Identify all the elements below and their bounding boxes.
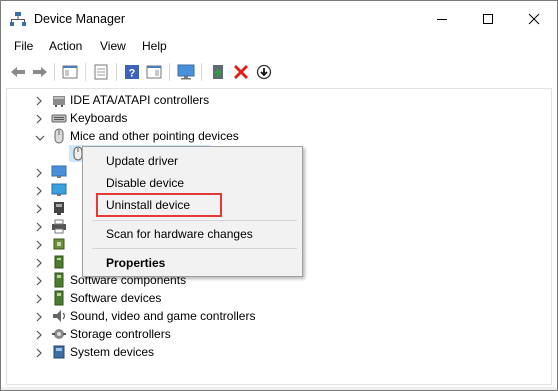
close-button[interactable]	[511, 1, 557, 35]
software-devices-icon	[51, 290, 67, 306]
menu-separator	[92, 220, 297, 221]
chevron-right-icon[interactable]	[35, 239, 43, 253]
menu-separator	[92, 248, 297, 249]
security-device-icon	[51, 254, 67, 270]
toolbar-separator	[116, 63, 117, 81]
context-menu: Update driver Disable device Uninstall d…	[82, 146, 303, 277]
chevron-right-icon[interactable]	[35, 95, 43, 109]
back-arrow-icon[interactable]	[8, 62, 28, 82]
toolbar: ?	[1, 58, 557, 86]
chevron-right-icon[interactable]	[35, 167, 43, 181]
menu-help[interactable]: Help	[142, 39, 167, 53]
maximize-icon	[483, 14, 493, 24]
chevron-right-icon[interactable]	[35, 221, 43, 235]
chevron-right-icon[interactable]	[35, 293, 43, 307]
close-icon	[528, 13, 540, 25]
chevron-right-icon[interactable]	[35, 311, 43, 325]
system-devices-icon	[51, 344, 67, 360]
row-label: Keyboards	[70, 111, 128, 125]
row-label: IDE ATA/ATAPI controllers	[70, 93, 210, 107]
menu-file[interactable]: File	[14, 39, 33, 53]
chevron-right-icon[interactable]	[35, 185, 43, 199]
help-icon[interactable]: ?	[122, 62, 142, 82]
software-components-icon	[51, 272, 67, 288]
network-adapter-icon	[51, 200, 67, 216]
tree-row-software-devices[interactable]: Software devices	[7, 289, 551, 307]
tree-row-sound[interactable]: Sound, video and game controllers	[7, 307, 551, 325]
menu-item-scan-hardware[interactable]: Scan for hardware changes	[106, 227, 253, 241]
ide-controller-icon	[51, 92, 67, 108]
forward-arrow-icon[interactable]	[30, 62, 50, 82]
chevron-right-icon[interactable]	[35, 329, 43, 343]
row-label: Storage controllers	[70, 327, 171, 341]
chevron-right-icon[interactable]	[35, 275, 43, 289]
keyboard-icon	[51, 110, 67, 126]
tree-row-mice[interactable]: Mice and other pointing devices	[7, 127, 551, 145]
sound-icon	[51, 308, 67, 324]
monitor-icon	[51, 164, 67, 180]
tree-row-ide[interactable]: IDE ATA/ATAPI controllers	[7, 91, 551, 109]
disable-device-icon[interactable]	[254, 62, 274, 82]
row-label: Software devices	[70, 291, 162, 305]
title-bar: Device Manager	[1, 1, 557, 35]
chevron-right-icon[interactable]	[35, 257, 43, 271]
window-title: Device Manager	[34, 12, 126, 26]
status-bar	[1, 387, 557, 390]
maximize-button[interactable]	[465, 1, 511, 35]
menu-item-uninstall-device[interactable]: Uninstall device	[106, 198, 190, 212]
scan-monitor-icon[interactable]	[176, 62, 196, 82]
row-label: Sound, video and game controllers	[70, 309, 256, 323]
toolbar-separator	[85, 63, 86, 81]
toolbar-separator	[54, 63, 55, 81]
mouse-icon	[51, 128, 67, 144]
menu-item-properties[interactable]: Properties	[106, 256, 165, 270]
device-manager-window: Device Manager File Action View Help ? I…	[0, 0, 558, 391]
menu-action[interactable]: Action	[49, 39, 82, 53]
monitors-icon	[51, 182, 67, 198]
menu-item-disable-device[interactable]: Disable device	[106, 176, 184, 190]
uninstall-x-icon[interactable]	[231, 62, 251, 82]
show-hide-console-tree-icon[interactable]	[60, 62, 80, 82]
tree-row-system[interactable]: System devices	[7, 343, 551, 361]
processor-icon	[51, 236, 67, 252]
chevron-down-icon[interactable]	[35, 131, 45, 145]
minimize-icon	[437, 19, 447, 20]
action-pane-icon[interactable]	[144, 62, 164, 82]
toolbar-separator	[169, 63, 170, 81]
print-queue-icon	[51, 218, 67, 234]
chevron-right-icon[interactable]	[35, 113, 43, 127]
chevron-right-icon[interactable]	[35, 203, 43, 217]
storage-icon	[51, 326, 67, 342]
menu-view[interactable]: View	[100, 39, 126, 53]
properties-sheet-icon[interactable]	[91, 62, 111, 82]
toolbar-separator	[201, 63, 202, 81]
tree-row-storage[interactable]: Storage controllers	[7, 325, 551, 343]
minimize-button[interactable]	[419, 1, 465, 35]
svg-text:?: ?	[129, 68, 136, 80]
row-label: Mice and other pointing devices	[70, 129, 239, 143]
row-label: System devices	[70, 345, 155, 359]
menu-bar: File Action View Help	[1, 35, 557, 57]
menu-item-update-driver[interactable]: Update driver	[106, 154, 178, 168]
update-driver-icon[interactable]	[208, 62, 228, 82]
device-manager-app-icon	[10, 12, 26, 29]
chevron-right-icon[interactable]	[35, 347, 43, 361]
tree-row-keyboards[interactable]: Keyboards	[7, 109, 551, 127]
